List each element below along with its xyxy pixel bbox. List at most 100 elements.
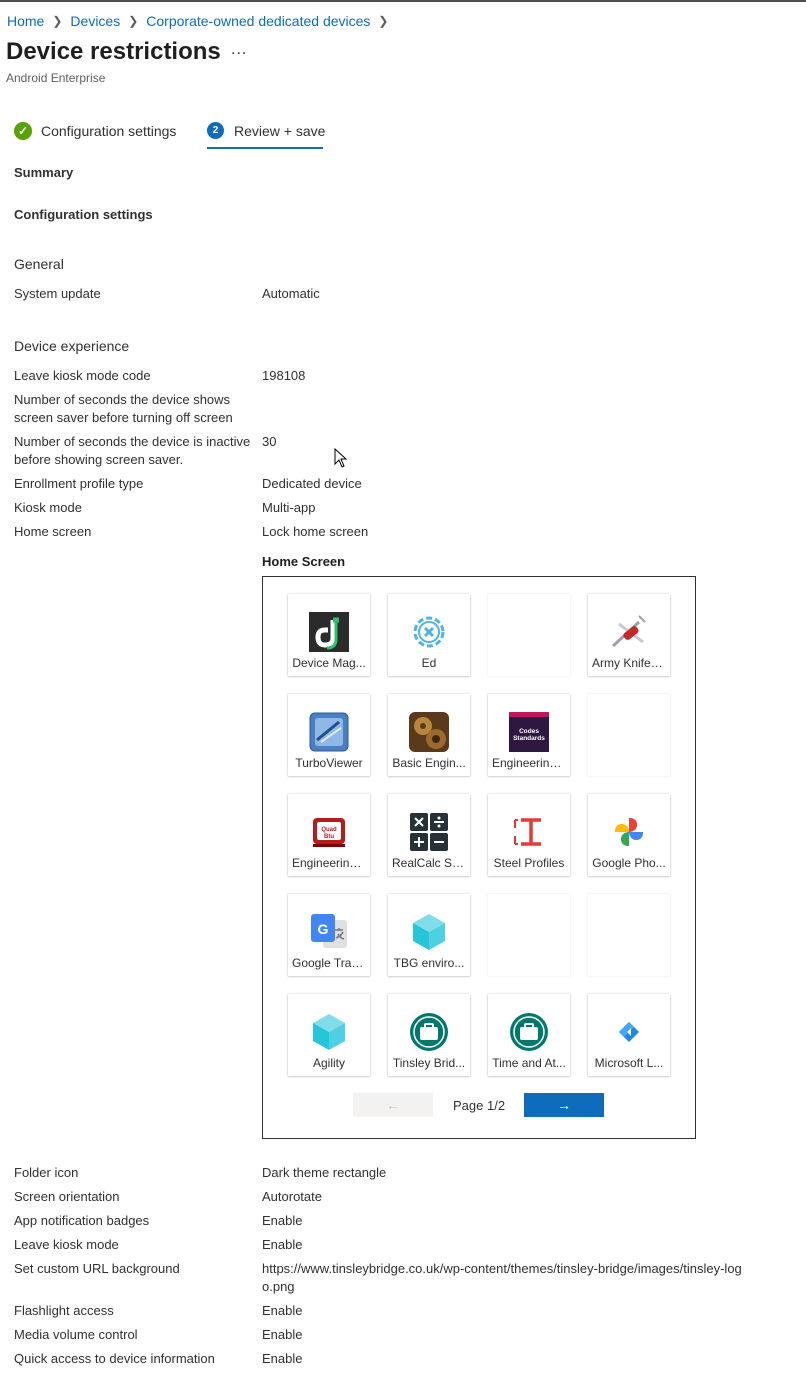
setting-label: Kiosk mode <box>14 500 82 515</box>
app-tile: Basic Engin... <box>388 694 470 776</box>
quad-btu-icon: Quad Btu <box>309 812 349 852</box>
arrow-left-icon: ← <box>386 1097 400 1113</box>
google-translate-icon: G <box>309 912 349 952</box>
setting-value: Enable <box>262 1351 303 1366</box>
setting-label: Number of seconds the device shows scree… <box>14 392 233 425</box>
setting-value: Enable <box>262 1213 303 1228</box>
breadcrumb-home[interactable]: Home <box>7 13 44 29</box>
setting-label: App notification badges <box>14 1213 150 1228</box>
microsoft-launcher-icon <box>609 1012 649 1052</box>
step-number-badge: 2 <box>207 122 224 139</box>
chevron-right-icon: ❯ <box>128 14 139 28</box>
app-tile: Ed <box>388 594 470 676</box>
realcalc-icon <box>409 812 449 852</box>
app-name: Engineering... <box>492 756 566 770</box>
page-subtitle: Android Enterprise <box>6 71 106 85</box>
empty-tile <box>588 894 670 976</box>
app-name: Ed <box>421 656 437 670</box>
page-title: Device restrictions <box>6 38 221 65</box>
setting-value: Enable <box>262 1237 303 1252</box>
tab-configuration-settings[interactable]: ✓ Configuration settings <box>14 122 176 140</box>
breadcrumb-dedicated-devices[interactable]: Corporate-owned dedicated devices <box>146 13 370 29</box>
setting-label: Home screen <box>14 524 92 539</box>
setting-label: Number of seconds the device is inactive… <box>14 434 251 467</box>
active-tab-indicator <box>207 147 323 149</box>
top-border <box>0 0 806 2</box>
turboviewer-icon <box>309 712 349 752</box>
more-options-button[interactable]: ... <box>231 41 247 59</box>
arrow-right-icon: → <box>557 1097 571 1113</box>
app-tile: Google Pho... <box>588 794 670 876</box>
app-name: TBG enviro... <box>393 956 465 970</box>
app-name: Google Tran... <box>292 956 366 970</box>
codes-standards-icon: Codes Standards <box>509 712 549 752</box>
setting-value: Enable <box>262 1327 303 1342</box>
breadcrumb: Home ❯ Devices ❯ Corporate-owned dedicat… <box>7 13 396 29</box>
mouse-pointer-icon <box>334 447 348 471</box>
setting-value: Dedicated device <box>262 476 362 491</box>
app-name: Google Pho... <box>592 856 666 870</box>
app-name: Device Mag... <box>292 656 366 670</box>
cube-icon <box>409 912 449 952</box>
summary-heading: Summary <box>14 165 74 180</box>
tab-review-save[interactable]: 2 Review + save <box>207 122 325 139</box>
app-tile: Time and At... <box>488 994 570 1076</box>
app-name: RealCalc Sci... <box>392 856 466 870</box>
setting-value: 198108 <box>262 368 306 383</box>
briefcase-icon <box>509 1012 549 1052</box>
setting-label: Media volume control <box>14 1327 138 1342</box>
app-tile: Microsoft L... <box>588 994 670 1076</box>
chevron-right-icon: ❯ <box>52 14 63 28</box>
empty-tile <box>488 894 570 976</box>
configuration-settings-heading: Configuration settings <box>14 207 153 222</box>
setting-label: Leave kiosk mode <box>14 1237 119 1252</box>
army-knife-icon <box>609 612 649 652</box>
setting-value: Dark theme rectangle <box>262 1165 387 1180</box>
setting-value: https://www.tinsleybridge.co.uk/wp-conte… <box>262 1261 742 1294</box>
app-name: Agility <box>312 1056 345 1070</box>
setting-value: Lock home screen <box>262 524 369 539</box>
general-heading: General <box>14 256 64 272</box>
device-manager-icon <box>309 612 349 652</box>
app-name: TurboViewer <box>295 756 363 770</box>
app-tile: G Google Tran... <box>288 894 370 976</box>
breadcrumb-devices[interactable]: Devices <box>70 13 120 29</box>
app-tile: Army Knife f... <box>588 594 670 676</box>
briefcase-icon <box>409 1012 449 1052</box>
google-photos-icon <box>609 812 649 852</box>
app-tile: Steel Profiles <box>488 794 570 876</box>
app-name: Army Knife f... <box>592 656 666 670</box>
setting-label: Enrollment profile type <box>14 476 144 491</box>
app-tile: Tinsley Brid... <box>388 994 470 1076</box>
home-screen-preview: Device Mag... Ed Army Knife f... TurboVi… <box>262 576 696 1139</box>
page-indicator: Page 1/2 <box>453 1098 506 1113</box>
app-name: Microsoft L... <box>594 1056 664 1070</box>
cube-icon <box>309 1012 349 1052</box>
app-tile: RealCalc Sci... <box>388 794 470 876</box>
empty-tile <box>588 694 670 776</box>
app-name: Time and At... <box>492 1056 566 1070</box>
chevron-right-icon: ❯ <box>378 14 389 28</box>
setting-value: 30 <box>262 434 277 449</box>
setting-label: Screen orientation <box>14 1189 120 1204</box>
setting-label: Set custom URL background <box>14 1261 180 1276</box>
setting-value: Autorotate <box>262 1189 322 1204</box>
next-page-button[interactable]: → <box>524 1093 604 1117</box>
svg-text:G: G <box>318 921 329 937</box>
home-screen-title: Home Screen <box>262 554 346 569</box>
app-tile: Device Mag... <box>288 594 370 676</box>
app-name: Tinsley Brid... <box>392 1056 466 1070</box>
previous-page-button[interactable]: ← <box>353 1093 433 1117</box>
setting-label: Quick access to device information <box>14 1351 215 1366</box>
setting-value: Automatic <box>262 286 320 301</box>
basic-engineering-icon <box>409 712 449 752</box>
ed-gear-icon <box>409 612 449 652</box>
device-experience-heading: Device experience <box>14 338 130 354</box>
checkmark-icon: ✓ <box>14 122 32 140</box>
tab-label: Configuration settings <box>41 123 177 139</box>
setting-label: Flashlight access <box>14 1303 114 1318</box>
setting-label: Leave kiosk mode code <box>14 368 151 383</box>
tab-label: Review + save <box>234 122 326 139</box>
app-name: Engineering... <box>292 856 366 870</box>
steel-profiles-icon <box>509 812 549 852</box>
